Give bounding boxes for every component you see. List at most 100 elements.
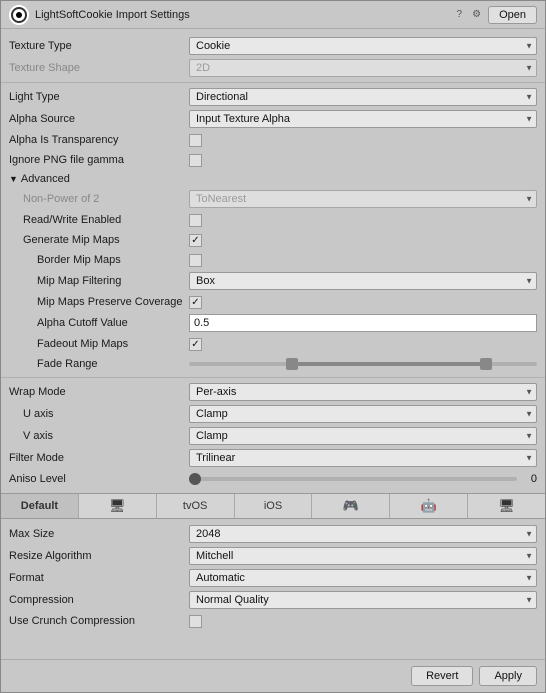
aniso-level-row: Aniso Level 0 bbox=[1, 469, 545, 489]
crunch-compression-row: Use Crunch Compression bbox=[1, 611, 545, 631]
alpha-cutoff-input[interactable] bbox=[189, 314, 537, 332]
fade-range-label: Fade Range bbox=[9, 358, 189, 370]
aniso-level-control: 0 bbox=[189, 472, 537, 486]
u-axis-control: Clamp ▼ bbox=[189, 405, 537, 423]
mip-filter-row: Mip Map Filtering Box ▼ bbox=[1, 270, 545, 292]
filter-mode-row: Filter Mode Trilinear ▼ bbox=[1, 447, 545, 469]
title-bar-left: LightSoftCookie Import Settings bbox=[9, 5, 190, 25]
advanced-section-header[interactable]: ▼ Advanced bbox=[1, 170, 545, 188]
fadeout-mip-checkbox[interactable] bbox=[189, 338, 202, 351]
preserve-coverage-checkbox[interactable] bbox=[189, 296, 202, 309]
controller-icon: 🎮 bbox=[343, 498, 359, 514]
resize-algorithm-dropdown-wrapper: Mitchell ▼ bbox=[189, 547, 537, 565]
border-mip-checkbox[interactable] bbox=[189, 254, 202, 267]
preserve-coverage-label: Mip Maps Preserve Coverage bbox=[9, 296, 189, 308]
non-power-label: Non-Power of 2 bbox=[9, 193, 189, 205]
gen-mip-label: Generate Mip Maps bbox=[9, 234, 189, 246]
tab-ios-label: iOS bbox=[264, 500, 282, 512]
tab-other[interactable]: 🖥 bbox=[468, 494, 545, 518]
alpha-cutoff-control bbox=[189, 314, 537, 332]
footer: Revert Apply bbox=[1, 659, 545, 692]
fade-range-slider[interactable] bbox=[189, 357, 537, 371]
gen-mip-checkbox[interactable] bbox=[189, 234, 202, 247]
read-write-checkbox[interactable] bbox=[189, 214, 202, 227]
u-axis-dropdown-wrapper: Clamp ▼ bbox=[189, 405, 537, 423]
filter-mode-control: Trilinear ▼ bbox=[189, 449, 537, 467]
texture-type-row: Texture Type Cookie ▼ bbox=[1, 35, 545, 57]
aniso-level-label: Aniso Level bbox=[9, 473, 189, 485]
max-size-control: 2048 ▼ bbox=[189, 525, 537, 543]
v-axis-control: Clamp ▼ bbox=[189, 427, 537, 445]
fade-range-control bbox=[189, 357, 537, 371]
resize-algorithm-dropdown[interactable]: Mitchell bbox=[189, 547, 537, 565]
max-size-dropdown-wrapper: 2048 ▼ bbox=[189, 525, 537, 543]
advanced-label: Advanced bbox=[21, 173, 70, 185]
light-type-control: Directional ▼ bbox=[189, 88, 537, 106]
title-bar: LightSoftCookie Import Settings ? ⚙ Open bbox=[1, 1, 545, 29]
ignore-png-label: Ignore PNG file gamma bbox=[9, 154, 189, 166]
fade-range-track bbox=[189, 362, 537, 366]
tab-android[interactable]: 🤖 bbox=[390, 494, 468, 518]
filter-mode-label: Filter Mode bbox=[9, 452, 189, 464]
max-size-dropdown[interactable]: 2048 bbox=[189, 525, 537, 543]
preserve-coverage-row: Mip Maps Preserve Coverage bbox=[1, 292, 545, 312]
window-icon bbox=[9, 5, 29, 25]
settings-button[interactable]: ⚙ bbox=[469, 8, 484, 21]
tab-default[interactable]: Default bbox=[1, 494, 79, 518]
format-dropdown[interactable]: Automatic bbox=[189, 569, 537, 587]
ignore-png-control bbox=[189, 154, 537, 167]
android-icon: 🤖 bbox=[421, 498, 437, 514]
tab-tvos[interactable]: tvOS bbox=[157, 494, 235, 518]
aniso-track bbox=[189, 477, 517, 481]
alpha-source-row: Alpha Source Input Texture Alpha ▼ bbox=[1, 108, 545, 130]
tab-controller[interactable]: 🎮 bbox=[312, 494, 390, 518]
v-axis-row: V axis Clamp ▼ bbox=[1, 425, 545, 447]
open-button[interactable]: Open bbox=[488, 6, 537, 24]
non-power-dropdown-wrapper: ToNearest ▼ bbox=[189, 190, 537, 208]
wrap-mode-row: Wrap Mode Per-axis ▼ bbox=[1, 381, 545, 403]
texture-shape-row: Texture Shape 2D ▼ bbox=[1, 57, 545, 79]
wrap-mode-dropdown-wrapper: Per-axis ▼ bbox=[189, 383, 537, 401]
fade-range-thumb-left[interactable] bbox=[286, 358, 298, 370]
aniso-level-slider[interactable] bbox=[189, 472, 517, 486]
alpha-cutoff-label: Alpha Cutoff Value bbox=[9, 317, 189, 329]
mip-filter-label: Mip Map Filtering bbox=[9, 275, 189, 287]
texture-type-label: Texture Type bbox=[9, 40, 189, 52]
ignore-png-checkbox[interactable] bbox=[189, 154, 202, 167]
compression-dropdown[interactable]: Normal Quality bbox=[189, 591, 537, 609]
alpha-source-label: Alpha Source bbox=[9, 113, 189, 125]
filter-mode-dropdown[interactable]: Trilinear bbox=[189, 449, 537, 467]
apply-button[interactable]: Apply bbox=[479, 666, 537, 686]
preserve-coverage-control bbox=[189, 296, 537, 309]
wrap-mode-dropdown[interactable]: Per-axis bbox=[189, 383, 537, 401]
alpha-source-dropdown-wrapper: Input Texture Alpha ▼ bbox=[189, 110, 537, 128]
alpha-transparency-checkbox[interactable] bbox=[189, 134, 202, 147]
crunch-compression-checkbox[interactable] bbox=[189, 615, 202, 628]
divider-2 bbox=[1, 377, 545, 378]
alpha-source-control: Input Texture Alpha ▼ bbox=[189, 110, 537, 128]
read-write-label: Read/Write Enabled bbox=[9, 214, 189, 226]
aniso-thumb[interactable] bbox=[189, 473, 201, 485]
revert-button[interactable]: Revert bbox=[411, 666, 473, 686]
border-mip-row: Border Mip Maps bbox=[1, 250, 545, 270]
mip-filter-dropdown[interactable]: Box bbox=[189, 272, 537, 290]
main-window: LightSoftCookie Import Settings ? ⚙ Open… bbox=[0, 0, 546, 693]
alpha-transparency-row: Alpha Is Transparency bbox=[1, 130, 545, 150]
divider-1 bbox=[1, 82, 545, 83]
tab-default-label: Default bbox=[21, 500, 58, 512]
light-type-label: Light Type bbox=[9, 91, 189, 103]
fadeout-mip-label: Fadeout Mip Maps bbox=[9, 338, 189, 350]
fade-range-thumb-right[interactable] bbox=[480, 358, 492, 370]
light-type-dropdown[interactable]: Directional bbox=[189, 88, 537, 106]
help-button[interactable]: ? bbox=[454, 8, 466, 21]
tab-desktop[interactable]: 🖥 bbox=[79, 494, 157, 518]
u-axis-dropdown[interactable]: Clamp bbox=[189, 405, 537, 423]
crunch-compression-label: Use Crunch Compression bbox=[9, 615, 189, 627]
compression-row: Compression Normal Quality ▼ bbox=[1, 589, 545, 611]
alpha-source-dropdown[interactable]: Input Texture Alpha bbox=[189, 110, 537, 128]
v-axis-dropdown[interactable]: Clamp bbox=[189, 427, 537, 445]
v-axis-label: V axis bbox=[9, 430, 189, 442]
tab-ios[interactable]: iOS bbox=[235, 494, 313, 518]
non-power-dropdown: ToNearest bbox=[189, 190, 537, 208]
texture-type-dropdown[interactable]: Cookie bbox=[189, 37, 537, 55]
